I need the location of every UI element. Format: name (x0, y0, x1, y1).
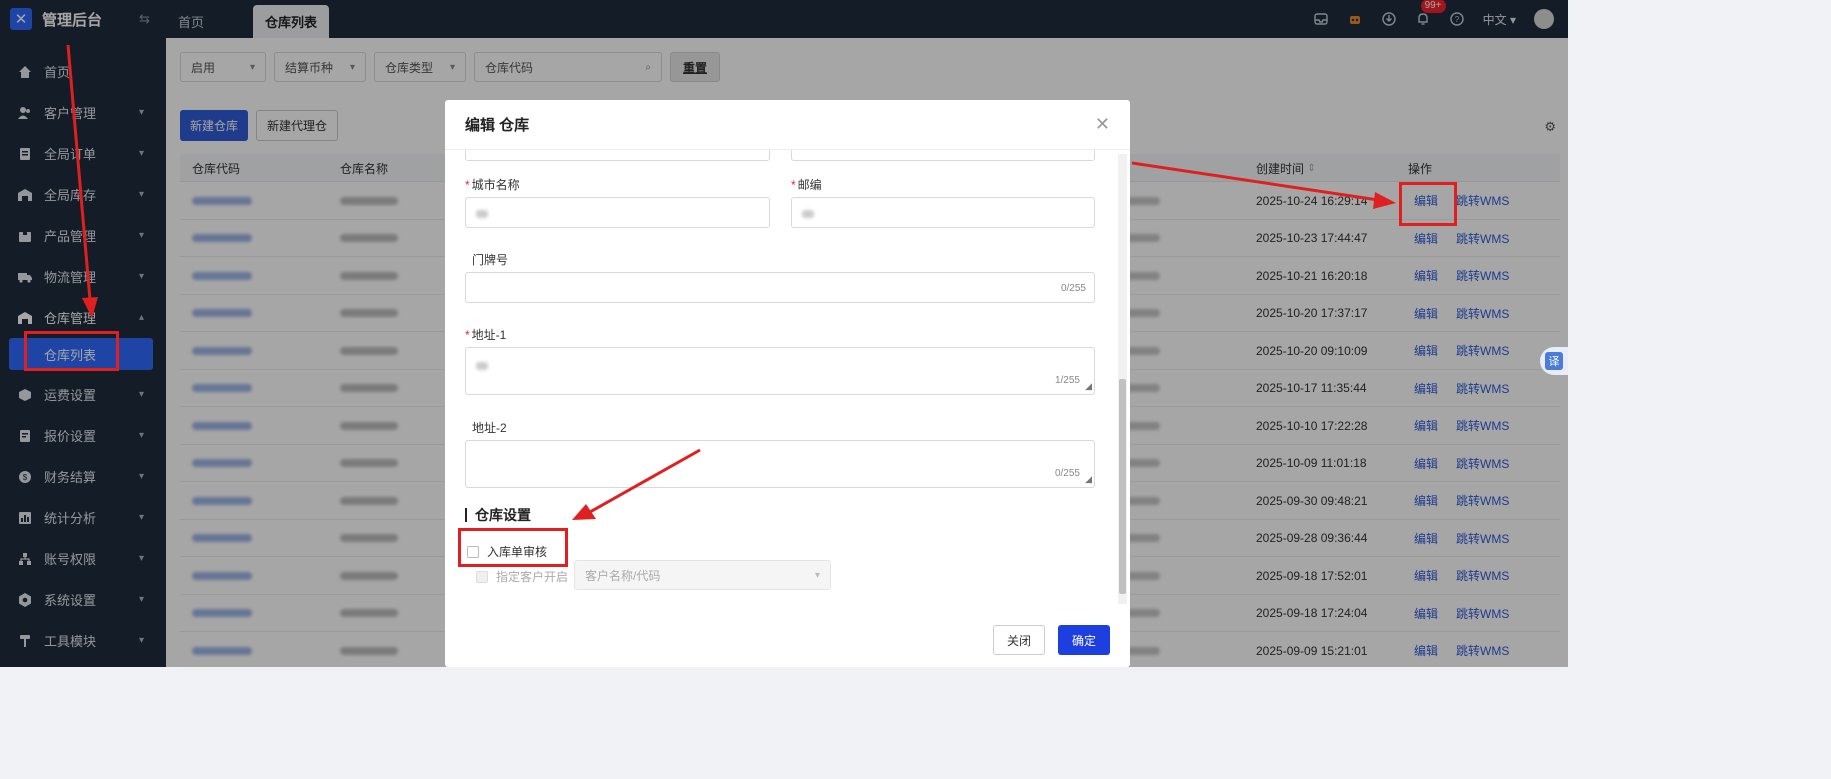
address1-textarea[interactable]: 1/255 ◢ (465, 347, 1095, 395)
confirm-button[interactable]: 确定 (1058, 625, 1110, 655)
address2-label: 地址-2 (472, 421, 507, 435)
hidden-field-left[interactable] (465, 150, 770, 161)
modal-scrollbar[interactable] (1118, 154, 1127, 604)
city-label: * 城市名称 (465, 178, 520, 192)
chevron-down-icon: ▾ (814, 569, 820, 581)
highlight-box-checkbox (458, 528, 568, 567)
door-number-input[interactable]: 0/255 (465, 272, 1095, 303)
highlight-box-sidebar (24, 331, 119, 371)
resize-handle-icon[interactable]: ◢ (1085, 381, 1092, 392)
zip-label: * 邮编 (791, 178, 822, 192)
checkbox (476, 570, 488, 583)
zip-input[interactable] (791, 197, 1095, 228)
modal-footer: 关闭 确定 (445, 605, 1130, 667)
char-counter: 0/255 (1054, 468, 1080, 479)
warehouse-settings-title: 仓库设置 (465, 508, 531, 522)
modal-header: 编辑 仓库 ✕ (445, 100, 1130, 150)
modal-title: 编辑 仓库 (465, 117, 530, 134)
door-number-label: 门牌号 (472, 253, 509, 267)
resize-handle-icon[interactable]: ◢ (1085, 474, 1092, 485)
customer-placeholder: 客户名称/代码 (585, 568, 661, 583)
char-counter: 1/255 (1054, 375, 1080, 386)
hidden-field-right[interactable] (791, 150, 1095, 161)
scrollbar-thumb[interactable] (1119, 379, 1126, 594)
customer-enable-label: 指定客户开启 (496, 570, 569, 584)
translate-icon: 译 (1545, 352, 1563, 370)
highlight-box-edit (1399, 182, 1457, 226)
edit-warehouse-modal: 编辑 仓库 ✕ * 城市名称 * 邮编 门牌号 0/255 * 地址-1 1/255 ◢… (445, 100, 1130, 667)
address2-textarea[interactable]: 0/255 ◢ (465, 440, 1095, 488)
customer-enable-checkbox: 指定客户开启 (476, 568, 568, 585)
translate-button[interactable]: 译 (1540, 347, 1568, 375)
address1-label: * 地址-1 (465, 328, 507, 342)
customer-select: 客户名称/代码 ▾ (574, 560, 831, 590)
close-button[interactable]: 关闭 (993, 625, 1045, 655)
char-counter: 0/255 (1060, 283, 1086, 294)
city-input[interactable] (465, 197, 770, 228)
close-icon[interactable]: ✕ (1095, 114, 1110, 135)
